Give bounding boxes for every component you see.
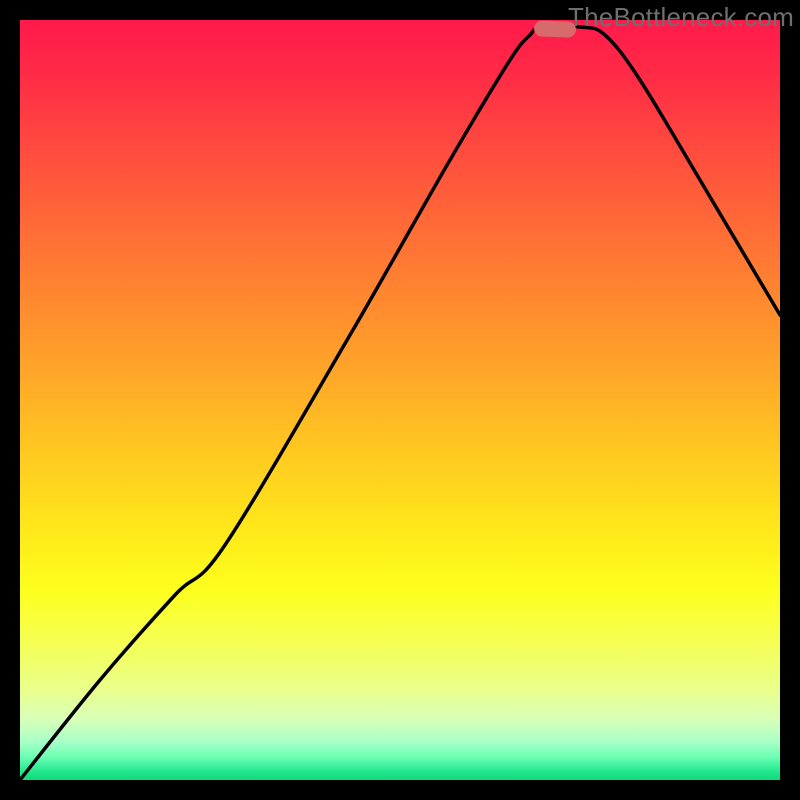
- watermark-text: TheBottleneck.com: [568, 2, 794, 33]
- bottleneck-curve: [20, 20, 780, 780]
